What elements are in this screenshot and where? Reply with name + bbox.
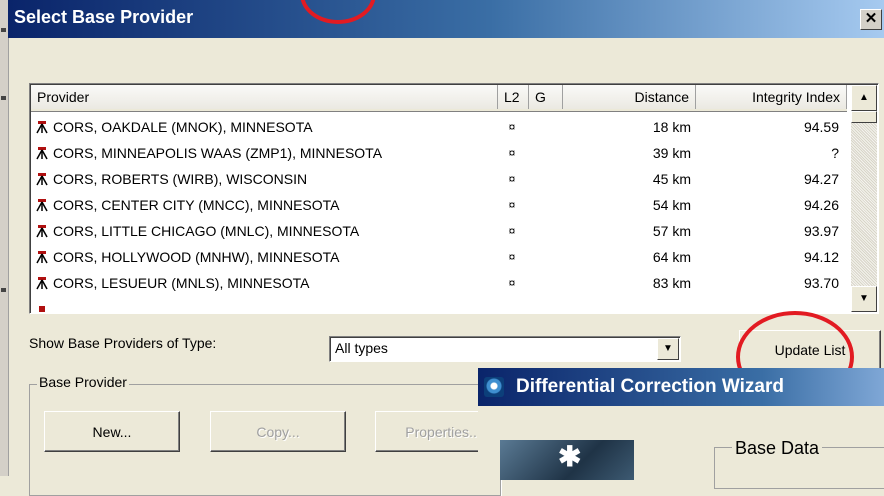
table-row[interactable]: CORS, LESUEUR (MNLS), MINNESOTA ¤ 83 km … xyxy=(31,270,847,296)
table-row[interactable]: CORS, ROBERTS (WIRB), WISCONSIN ¤ 45 km … xyxy=(31,166,847,192)
scroll-up-button[interactable]: ▲ xyxy=(851,85,877,111)
integrity-cell: ? xyxy=(831,145,839,161)
surveyor-tripod-icon xyxy=(36,251,48,264)
l2-cell: ¤ xyxy=(508,276,516,290)
surveyor-tripod-icon xyxy=(36,147,48,160)
provider-name: CORS, ROBERTS (WIRB), WISCONSIN xyxy=(53,171,308,187)
wizard-banner-image: ✱ xyxy=(500,440,634,480)
integrity-cell: 94.59 xyxy=(803,119,839,135)
l2-cell: ¤ xyxy=(508,224,516,238)
surveyor-tripod-icon xyxy=(36,121,48,134)
distance-cell: 83 km xyxy=(652,275,691,291)
provider-type-select[interactable]: All types ▼ xyxy=(329,336,681,362)
provider-cell: CORS, OAKDALE (MNOK), MINNESOTA xyxy=(35,114,313,140)
chevron-down-icon[interactable]: ▼ xyxy=(657,338,679,360)
distance-cell: 64 km xyxy=(652,249,691,265)
distance-cell: 57 km xyxy=(652,223,691,239)
base-provider-group-label: Base Provider xyxy=(37,374,129,390)
table-row[interactable]: CORS, HOLLYWOOD (MNHW), MINNESOTA ¤ 64 k… xyxy=(31,244,847,270)
integrity-cell: 94.27 xyxy=(803,171,839,187)
new-button[interactable]: New... xyxy=(44,411,180,452)
l2-cell: ¤ xyxy=(508,120,516,134)
provider-type-label: Show Base Providers of Type: xyxy=(29,335,217,351)
wizard-titlebar[interactable]: Differential Correction Wizard xyxy=(478,368,884,406)
partial-row-icon xyxy=(39,306,45,312)
integrity-cell: 93.97 xyxy=(803,223,839,239)
column-header-integrity-index[interactable]: Integrity Index xyxy=(696,85,847,109)
desktop-edge xyxy=(0,0,9,476)
provider-cell: CORS, LITTLE CHICAGO (MNLC), MINNESOTA xyxy=(35,218,359,244)
wizard-title: Differential Correction Wizard xyxy=(516,376,784,397)
list-scrollbar[interactable]: ▲ ▼ xyxy=(851,85,877,312)
distance-cell: 54 km xyxy=(652,197,691,213)
dialog-title: Select Base Provider xyxy=(14,7,194,27)
l2-cell: ¤ xyxy=(508,172,516,186)
surveyor-tripod-icon xyxy=(36,173,48,186)
surveyor-tripod-icon xyxy=(36,199,48,212)
provider-name: CORS, LESUEUR (MNLS), MINNESOTA xyxy=(53,275,310,291)
base-data-label: Base Data xyxy=(732,438,823,459)
table-row[interactable]: CORS, LITTLE CHICAGO (MNLC), MINNESOTA ¤… xyxy=(31,218,847,244)
scroll-down-button[interactable]: ▼ xyxy=(851,286,877,312)
differential-correction-wizard[interactable]: Differential Correction Wizard ✱ Base Da… xyxy=(478,368,884,489)
integrity-cell: 94.12 xyxy=(803,249,839,265)
column-header-g[interactable]: G xyxy=(529,85,563,109)
edge-mark xyxy=(1,288,6,292)
edge-mark xyxy=(1,28,6,32)
provider-name: CORS, OAKDALE (MNOK), MINNESOTA xyxy=(53,119,313,135)
provider-name: CORS, CENTER CITY (MNCC), MINNESOTA xyxy=(53,197,340,213)
base-provider-list[interactable]: Provider L2 G Distance Integrity Index C… xyxy=(29,83,879,314)
provider-type-value: All types xyxy=(335,340,388,356)
integrity-cell: 94.26 xyxy=(803,197,839,213)
surveyor-tripod-icon xyxy=(36,277,48,290)
provider-cell: CORS, LESUEUR (MNLS), MINNESOTA xyxy=(35,270,309,296)
distance-cell: 45 km xyxy=(652,171,691,187)
integrity-cell: 93.70 xyxy=(803,275,839,291)
l2-cell: ¤ xyxy=(508,146,516,160)
table-row[interactable]: CORS, MINNEAPOLIS WAAS (ZMP1), MINNESOTA… xyxy=(31,140,847,166)
close-button[interactable]: ✕ xyxy=(860,9,882,30)
column-header-l2[interactable]: L2 xyxy=(498,85,529,109)
wizard-logo-icon xyxy=(484,377,504,397)
table-row[interactable]: CORS, CENTER CITY (MNCC), MINNESOTA ¤ 54… xyxy=(31,192,847,218)
scroll-thumb[interactable] xyxy=(851,111,877,123)
list-header: Provider L2 G Distance Integrity Index xyxy=(31,85,847,112)
provider-cell: CORS, ROBERTS (WIRB), WISCONSIN xyxy=(35,166,307,192)
provider-name: CORS, MINNEAPOLIS WAAS (ZMP1), MINNESOTA xyxy=(53,145,383,161)
provider-cell: CORS, CENTER CITY (MNCC), MINNESOTA xyxy=(35,192,340,218)
distance-cell: 39 km xyxy=(652,145,691,161)
edge-mark xyxy=(1,96,6,100)
dialog-titlebar[interactable]: Select Base Provider ✕ xyxy=(8,0,884,38)
surveyor-tripod-icon xyxy=(36,225,48,238)
column-header-provider[interactable]: Provider xyxy=(31,85,498,109)
provider-name: CORS, HOLLYWOOD (MNHW), MINNESOTA xyxy=(53,249,340,265)
l2-cell: ¤ xyxy=(508,250,516,264)
table-row[interactable]: CORS, OAKDALE (MNOK), MINNESOTA ¤ 18 km … xyxy=(31,114,847,140)
l2-cell: ¤ xyxy=(508,198,516,212)
distance-cell: 18 km xyxy=(652,119,691,135)
column-header-distance[interactable]: Distance xyxy=(563,85,696,109)
provider-name: CORS, LITTLE CHICAGO (MNLC), MINNESOTA xyxy=(53,223,360,239)
update-list-button[interactable]: Update List xyxy=(739,330,881,370)
copy-button[interactable]: Copy... xyxy=(210,411,346,452)
provider-cell: CORS, HOLLYWOOD (MNHW), MINNESOTA xyxy=(35,244,339,270)
satellite-icon: ✱ xyxy=(558,441,582,472)
provider-cell: CORS, MINNEAPOLIS WAAS (ZMP1), MINNESOTA xyxy=(35,140,382,166)
